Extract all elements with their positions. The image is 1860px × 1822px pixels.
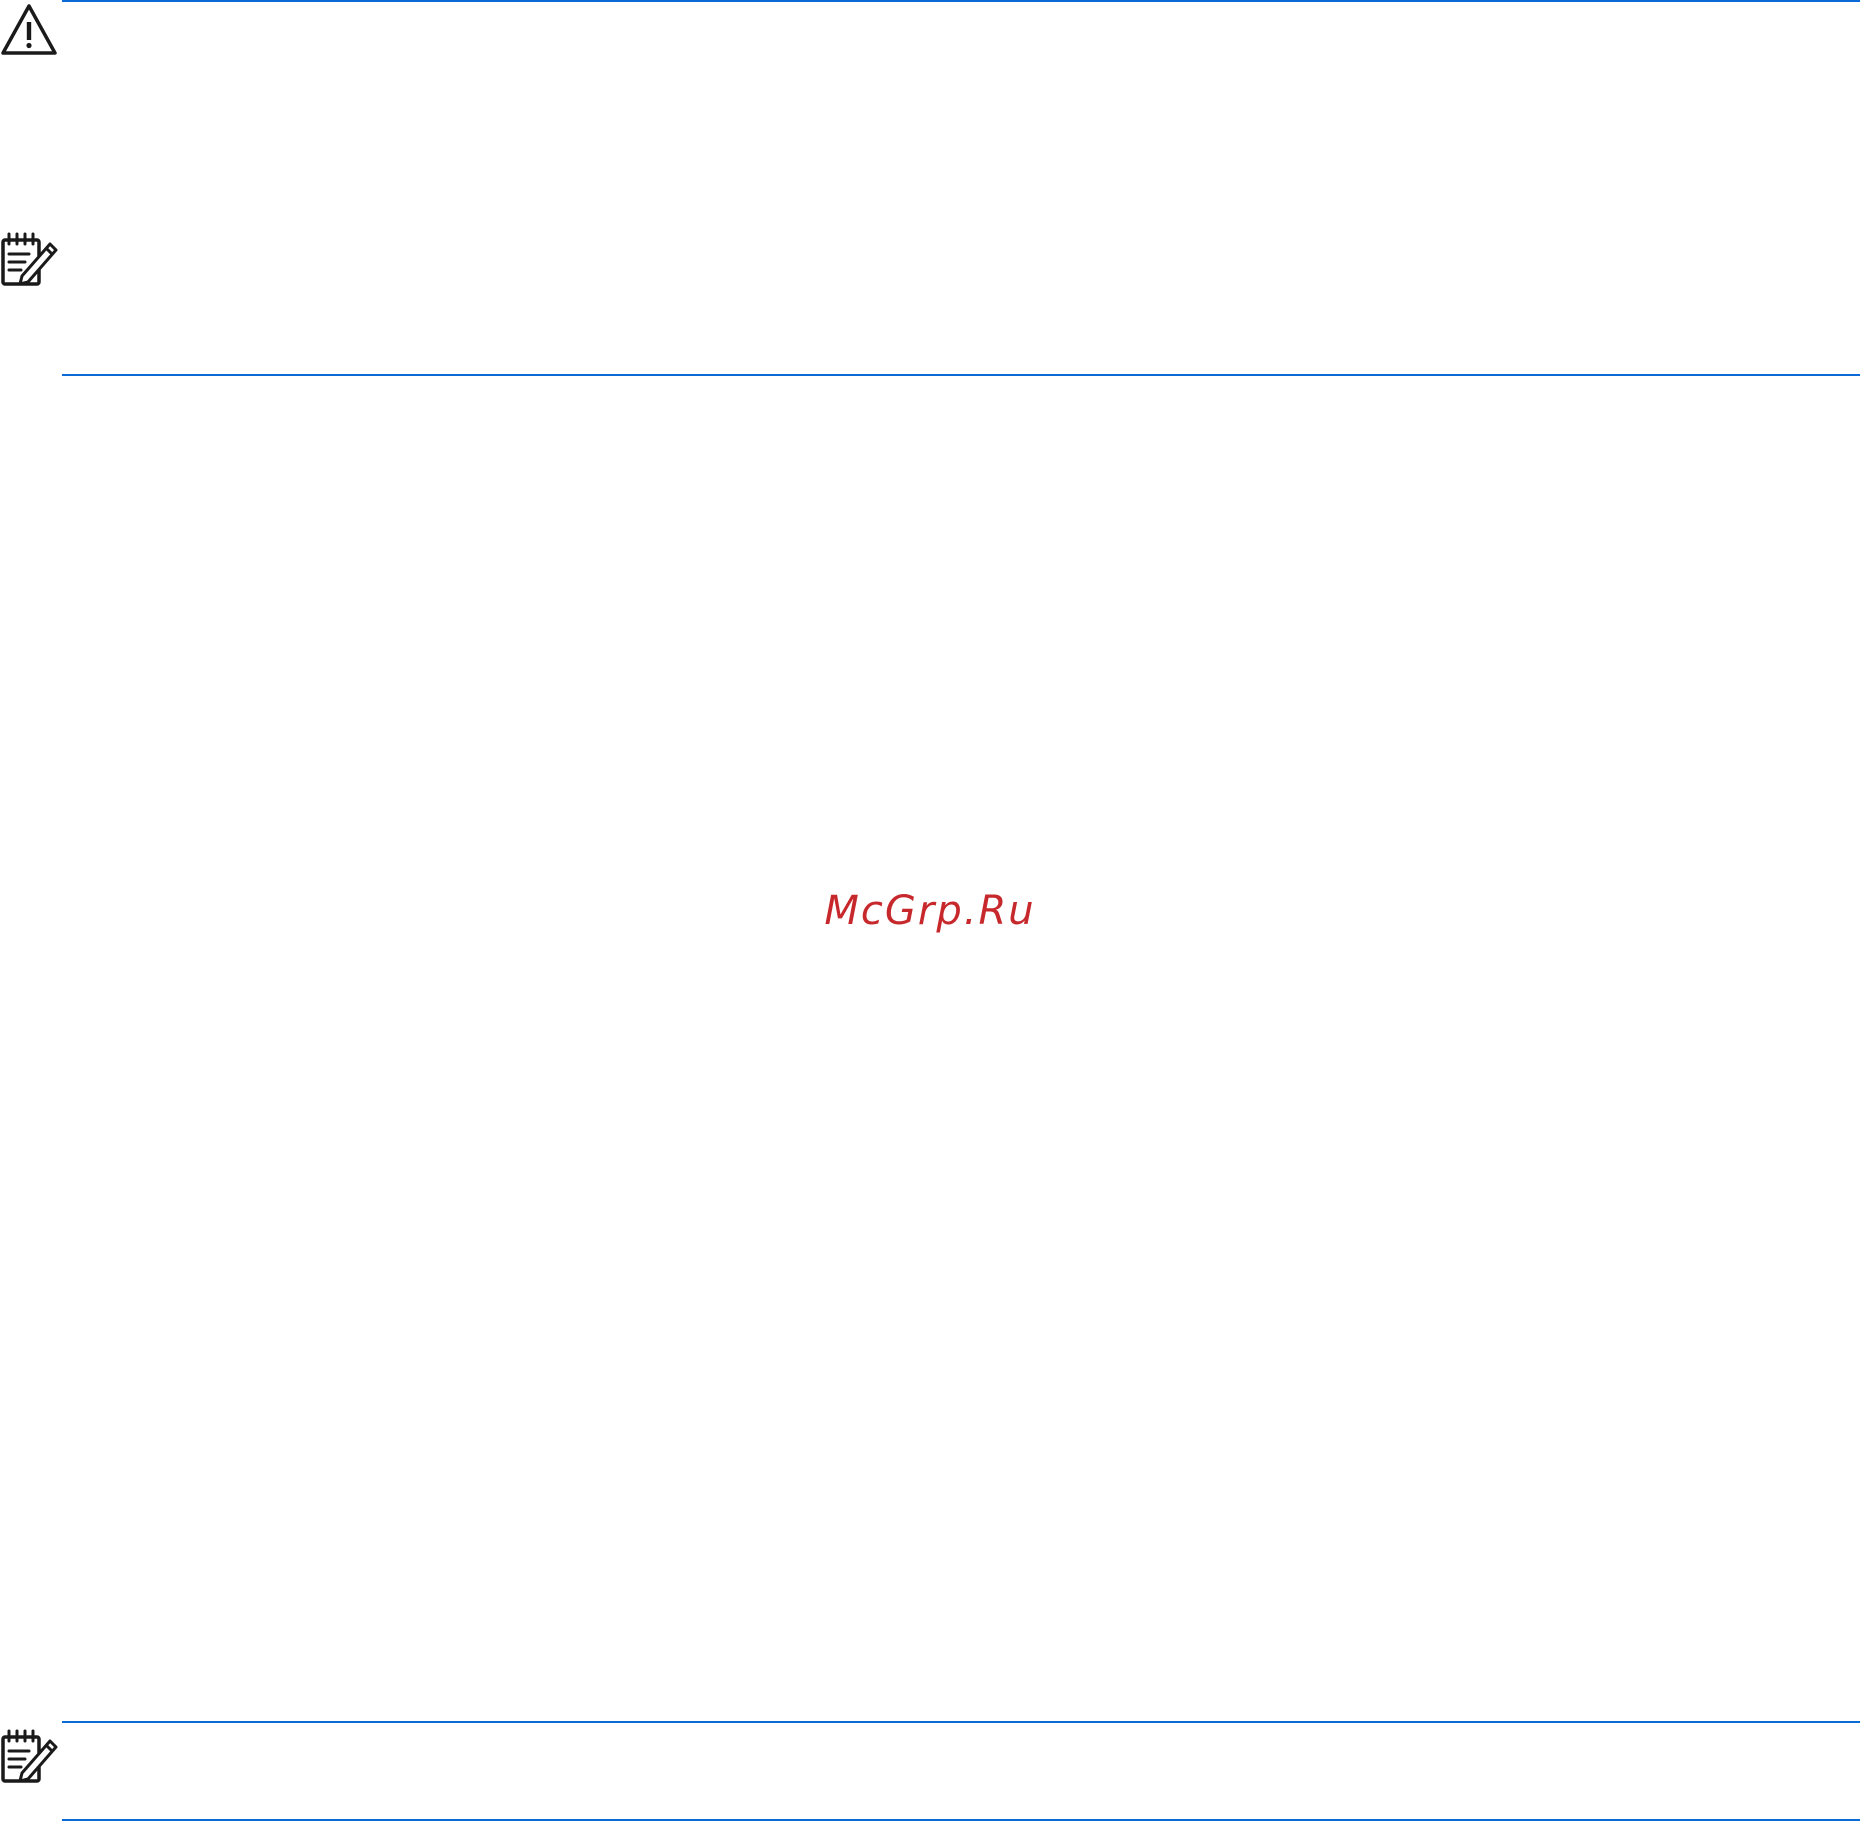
watermark-text: McGrp.Ru [824,888,1036,934]
note-bottom-rule [62,1819,1860,1821]
warning-top-rule [62,0,1860,2]
warning-triangle-icon [0,2,58,60]
note-bottom-rule [62,374,1860,376]
note-top-rule [62,1721,1860,1723]
note-pad-icon [0,230,58,288]
note-pad-icon [0,1727,58,1785]
